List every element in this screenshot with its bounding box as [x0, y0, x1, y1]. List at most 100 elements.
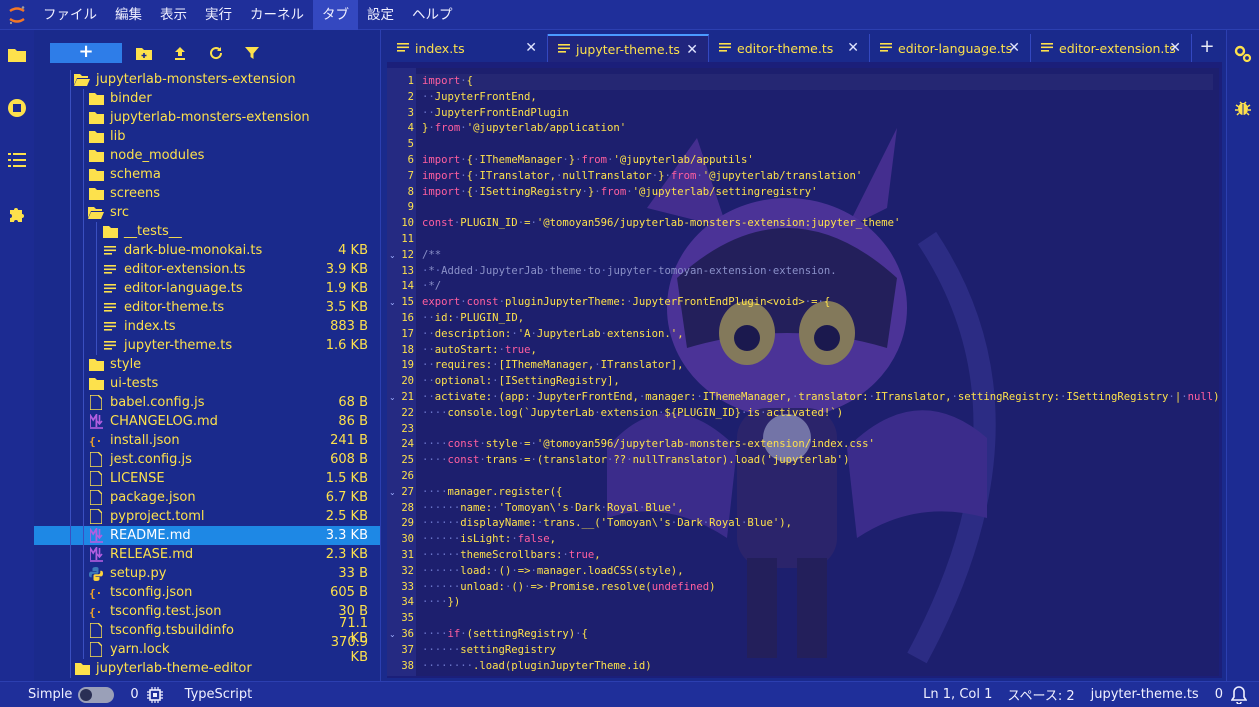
file-icon — [88, 452, 104, 468]
tab-3[interactable]: editor-language.ts ✕ — [870, 34, 1031, 62]
code-line: ······themeScrollbars:·true, — [422, 549, 601, 561]
filter-icon[interactable] — [243, 44, 261, 62]
file-row[interactable]: editor-language.ts 1.9 KB — [34, 279, 380, 298]
menu-item-7[interactable]: ヘルプ — [403, 0, 462, 30]
bell-icon[interactable] — [1231, 685, 1247, 704]
file-row[interactable]: __tests__ — [34, 222, 380, 241]
menu-item-2[interactable]: 表示 — [151, 0, 196, 30]
file-row[interactable]: editor-theme.ts 3.5 KB — [34, 298, 380, 317]
line-number: 29 — [401, 517, 414, 530]
menu-bar: ファイル 編集 表示 実行 カーネル タブ 設定 ヘルプ — [0, 0, 1259, 30]
upload-icon[interactable] — [171, 44, 189, 62]
menu-item-1[interactable]: 編集 — [106, 0, 151, 30]
kernel-gear-icon[interactable] — [146, 686, 163, 703]
folder-icon[interactable] — [7, 44, 27, 64]
file-row[interactable]: style — [34, 355, 380, 374]
file-name: CHANGELOG.md — [110, 414, 218, 429]
file-name: tsconfig.tsbuildinfo — [110, 623, 235, 638]
line-number: 25 — [401, 454, 414, 467]
file-row[interactable]: schema — [34, 165, 380, 184]
file-size: 2.3 KB — [325, 547, 368, 562]
extension-manager-icon[interactable] — [7, 204, 27, 224]
file-row[interactable]: index.ts 883 B — [34, 317, 380, 336]
code-editor[interactable]: 1 2 3 4 5 6 7 8 9 10 11 12 ⌄ 13 14 15 ⌄ 16 17 18 19 20 21 ⌄ 22 23… — [387, 68, 1219, 676]
menu-item-0[interactable]: ファイル — [34, 0, 106, 30]
folder-icon — [88, 148, 104, 164]
indent-spaces[interactable]: スペース: 2 — [1007, 685, 1074, 704]
close-icon[interactable]: ✕ — [686, 42, 698, 58]
file-row[interactable]: dark-blue-monokai.ts 4 KB — [34, 241, 380, 260]
file-row[interactable]: LICENSE 1.5 KB — [34, 469, 380, 488]
tab-4[interactable]: editor-extension.ts ✕ — [1031, 34, 1192, 62]
code-line: ······load:·()·=>·manager.loadCSS(style)… — [422, 564, 684, 577]
new-folder-icon[interactable] — [135, 44, 153, 62]
file-row[interactable]: lib — [34, 127, 380, 146]
file-row[interactable]: src — [34, 203, 380, 222]
file-row[interactable]: README.md 3.3 KB — [34, 526, 380, 545]
menu-item-3[interactable]: 実行 — [196, 0, 241, 30]
tab-0[interactable]: index.ts ✕ — [387, 34, 548, 62]
fold-chevron-icon[interactable]: ⌄ — [389, 295, 396, 311]
fold-chevron-icon[interactable]: ⌄ — [389, 248, 396, 264]
tab-2[interactable]: editor-theme.ts ✕ — [709, 34, 870, 62]
file-row[interactable]: binder — [34, 89, 380, 108]
file-size: 4 KB — [338, 243, 368, 258]
file-row[interactable]: pyproject.toml 2.5 KB — [34, 507, 380, 526]
line-number: 13 — [401, 264, 414, 277]
property-inspector-gear-icon[interactable] — [1233, 44, 1253, 64]
tab-1[interactable]: jupyter-theme.ts ✕ — [548, 34, 709, 62]
file-row[interactable]: yarn.lock 370.9 KB — [34, 635, 380, 665]
file-size: 1.5 KB — [325, 471, 368, 486]
menu-item-4[interactable]: カーネル — [241, 0, 313, 30]
line-number: 7 — [407, 169, 414, 182]
menu-item-6[interactable]: 設定 — [358, 0, 403, 30]
notification-count[interactable]: 0 — [1215, 687, 1223, 702]
file-row[interactable]: ui-tests — [34, 374, 380, 393]
close-icon[interactable]: ✕ — [847, 40, 859, 56]
add-tab-button[interactable]: + — [1192, 34, 1222, 62]
code-line: ····console.log(`JupyterLab·extension·${… — [422, 406, 844, 419]
file-row[interactable]: setup.py 33 B — [34, 564, 380, 583]
file-row[interactable]: {·} install.json 241 B — [34, 431, 380, 450]
fold-chevron-icon[interactable]: ⌄ — [389, 485, 396, 501]
file-name: babel.config.js — [110, 395, 205, 410]
file-row[interactable]: jupyterlab-theme-editor — [34, 659, 380, 678]
language-indicator[interactable]: TypeScript — [185, 687, 253, 702]
file-row[interactable]: jupyterlab-monsters-extension — [34, 70, 380, 89]
tab-label: editor-language.ts — [898, 40, 1013, 56]
table-of-contents-icon[interactable] — [7, 150, 27, 170]
code-line: ····if·(settingRegistry)·{ — [422, 628, 588, 640]
menu-item-5[interactable]: タブ — [313, 0, 358, 30]
close-icon[interactable]: ✕ — [1169, 40, 1181, 56]
file-row[interactable]: CHANGELOG.md 86 B — [34, 412, 380, 431]
fold-chevron-icon[interactable]: ⌄ — [389, 627, 396, 643]
file-row[interactable]: jest.config.js 608 B — [34, 450, 380, 469]
running-kernels-icon[interactable] — [7, 98, 27, 118]
cursor-position[interactable]: Ln 1, Col 1 — [923, 687, 992, 702]
file-row[interactable]: editor-extension.ts 3.9 KB — [34, 260, 380, 279]
file-size: 605 B — [330, 585, 368, 600]
ts-file-icon — [1041, 42, 1053, 54]
file-row[interactable]: package.json 6.7 KB — [34, 488, 380, 507]
file-row[interactable]: screens — [34, 184, 380, 203]
right-sidebar — [1226, 30, 1259, 681]
refresh-icon[interactable] — [207, 44, 225, 62]
new-launcher-button[interactable]: + — [50, 43, 122, 63]
close-icon[interactable]: ✕ — [1008, 40, 1020, 56]
simple-mode-toggle[interactable] — [78, 686, 115, 703]
tab-label: editor-extension.ts — [1059, 40, 1176, 56]
close-icon[interactable]: ✕ — [525, 40, 537, 56]
code-line: ··id:·PLUGIN_ID, — [422, 312, 525, 324]
jupyter-logo-icon[interactable] — [0, 0, 34, 30]
debugger-bug-icon[interactable] — [1233, 98, 1253, 118]
file-row[interactable]: babel.config.js 68 B — [34, 393, 380, 412]
file-size: 3.3 KB — [325, 528, 368, 543]
file-row[interactable]: RELEASE.md 2.3 KB — [34, 545, 380, 564]
code-line: ··description:·'A·JupyterLab·extension.'… — [422, 327, 684, 340]
file-row[interactable]: node_modules — [34, 146, 380, 165]
fold-chevron-icon[interactable]: ⌄ — [389, 390, 396, 406]
kernel-count[interactable]: 0 — [130, 687, 138, 702]
file-row[interactable]: jupyterlab-monsters-extension — [34, 108, 380, 127]
file-row[interactable]: {·} tsconfig.json 605 B — [34, 583, 380, 602]
file-row[interactable]: jupyter-theme.ts 1.6 KB — [34, 336, 380, 355]
